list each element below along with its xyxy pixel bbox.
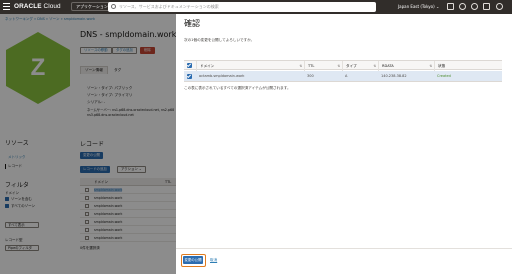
dialog-title: 確認 <box>184 19 200 28</box>
hamburger-menu-icon[interactable] <box>3 3 10 11</box>
sort-icon: ⇅ <box>373 64 376 68</box>
logo-product: Cloud <box>43 3 61 10</box>
row-type: A <box>345 74 348 78</box>
applications-button[interactable]: アプリケーション <box>71 2 113 11</box>
col-ttl[interactable]: TTL ⇅ <box>304 61 342 71</box>
select-all-checkbox[interactable] <box>187 63 192 68</box>
search-placeholder: リソース、サービスおよびドキュメンテーションの検索 <box>119 4 219 9</box>
top-navigation-bar: ORACLE Cloud アプリケーション リソース、サービスおよびドキュメンテ… <box>0 0 512 14</box>
search-icon <box>111 4 116 9</box>
publish-changes-button[interactable]: 変更の公開 <box>181 254 206 267</box>
row-rdata: 140.238.38.82 <box>381 74 407 78</box>
user-profile-icon[interactable] <box>496 3 503 10</box>
publish-changes-label: 変更の公開 <box>183 256 203 264</box>
help-icon[interactable] <box>471 3 478 10</box>
table-row[interactable]: octamb.smpldomain.work 300 A 140.238.38.… <box>184 71 502 82</box>
dialog-footer: 変更の公開 取消 <box>176 248 512 274</box>
row-status: Created <box>437 74 451 78</box>
col-domain[interactable]: ドメイン ⇅ <box>196 61 304 71</box>
dialog-footnote: この表に表示されているすべての選択済アイテムが公開されます。 <box>184 86 291 90</box>
col-rdata-label: RDATA <box>382 64 394 68</box>
logo-brand: ORACLE <box>14 3 42 10</box>
cancel-link[interactable]: 取消 <box>210 258 217 263</box>
col-status-label: 状態 <box>438 64 446 68</box>
col-status[interactable]: 状態 <box>434 61 502 71</box>
row-ttl: 300 <box>307 74 314 78</box>
cloud-shell-icon[interactable] <box>447 3 454 10</box>
dialog-subtitle: 次の1個の変更を公開してよろしいですか。 <box>184 38 255 42</box>
sort-icon: ⇅ <box>429 64 432 68</box>
region-label: Japan East (Tokyo) <box>398 4 435 9</box>
oracle-cloud-logo[interactable]: ORACLE Cloud <box>14 3 61 11</box>
row-checkbox[interactable] <box>187 74 192 79</box>
row-domain: octamb.smpldomain.work <box>199 74 245 78</box>
search-input[interactable]: リソース、サービスおよびドキュメンテーションの検索 <box>108 2 376 12</box>
changes-table-header: ドメイン ⇅ TTL ⇅ タイプ ⇅ RDATA ⇅ 状態 <box>184 60 502 71</box>
notifications-icon[interactable] <box>459 3 466 10</box>
chevron-down-icon: ⌄ <box>435 4 440 9</box>
region-selector[interactable]: Japan East (Tokyo) ⌄ <box>398 3 439 11</box>
col-domain-label: ドメイン <box>200 64 215 68</box>
col-type[interactable]: タイプ ⇅ <box>342 61 378 71</box>
sort-icon: ⇅ <box>337 64 340 68</box>
col-rdata[interactable]: RDATA ⇅ <box>378 61 434 71</box>
col-type-label: タイプ <box>346 64 357 68</box>
language-icon[interactable] <box>483 3 490 10</box>
confirm-dialog: 確認 次の1個の変更を公開してよろしいですか。 ドメイン ⇅ TTL ⇅ タイプ ⇅ … <box>176 14 512 274</box>
col-ttl-label: TTL <box>308 64 315 68</box>
sort-icon: ⇅ <box>299 64 302 68</box>
